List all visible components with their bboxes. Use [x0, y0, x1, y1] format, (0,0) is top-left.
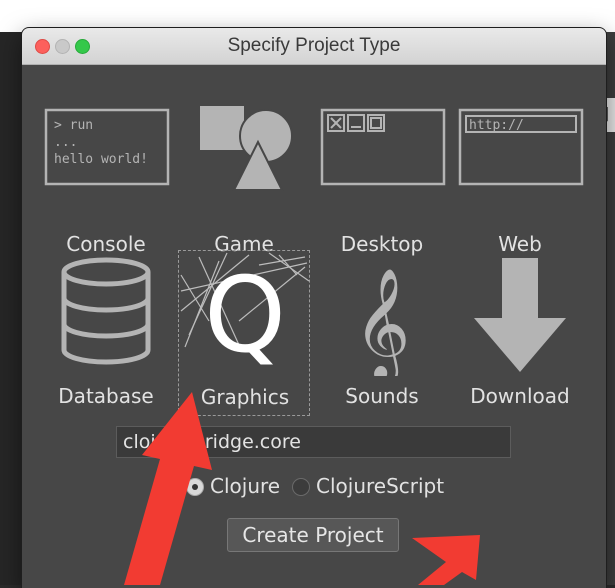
project-type-database[interactable]: Database — [40, 256, 172, 416]
clojure-radio[interactable] — [186, 478, 204, 496]
window-controls-icon — [320, 108, 446, 186]
project-type-label: Sounds — [345, 384, 419, 408]
project-type-desktop[interactable]: Desktop — [316, 104, 448, 264]
clojurescript-radio[interactable] — [292, 478, 310, 496]
project-type-console[interactable]: > run ... hello world! Console — [40, 104, 172, 264]
download-arrow-icon — [474, 258, 566, 372]
treble-clef-icon: 𝄞 — [354, 267, 411, 376]
console-line-1: > run — [54, 118, 93, 133]
console-line-3: hello world! — [54, 152, 148, 167]
project-type-label: Download — [470, 384, 570, 408]
project-type-web[interactable]: http:// Web — [454, 104, 586, 264]
namespace-input[interactable]: clojure.bridge.core — [116, 426, 511, 458]
project-type-label: Graphics — [200, 385, 290, 409]
create-project-button[interactable]: Create Project — [227, 518, 399, 552]
project-type-label: Desktop — [340, 232, 424, 256]
treble-clef-glyph: 𝄞 — [354, 267, 411, 376]
graphics-q-icon: Q — [180, 252, 310, 371]
browser-icon: http:// — [458, 108, 584, 186]
clojure-radio-label: Clojure — [210, 474, 281, 498]
project-type-sounds[interactable]: 𝄞 Sounds — [316, 256, 448, 416]
shapes-icon — [200, 106, 293, 191]
console-line-2: ... — [54, 135, 77, 150]
window-title: Specify Project Type — [227, 35, 401, 56]
clojurescript-radio-label: ClojureScript — [316, 474, 445, 498]
browser-url-text: http:// — [469, 118, 524, 133]
background-left-edge — [0, 32, 22, 585]
project-type-label: Console — [66, 232, 146, 256]
graphics-q-glyph: Q — [204, 254, 286, 371]
specify-project-type-dialog: Specify Project Type > run ... hello wor… — [22, 28, 606, 588]
terminal-icon: > run ... hello world! — [44, 108, 170, 186]
database-icon — [61, 257, 151, 365]
title-bar[interactable]: Specify Project Type — [22, 28, 606, 65]
project-type-label: Database — [58, 384, 154, 408]
project-type-label: Web — [498, 232, 542, 256]
project-type-game[interactable]: Game — [178, 104, 310, 264]
project-type-download[interactable]: Download — [454, 256, 586, 416]
project-type-graphics[interactable]: Q Graphics — [178, 250, 310, 416]
